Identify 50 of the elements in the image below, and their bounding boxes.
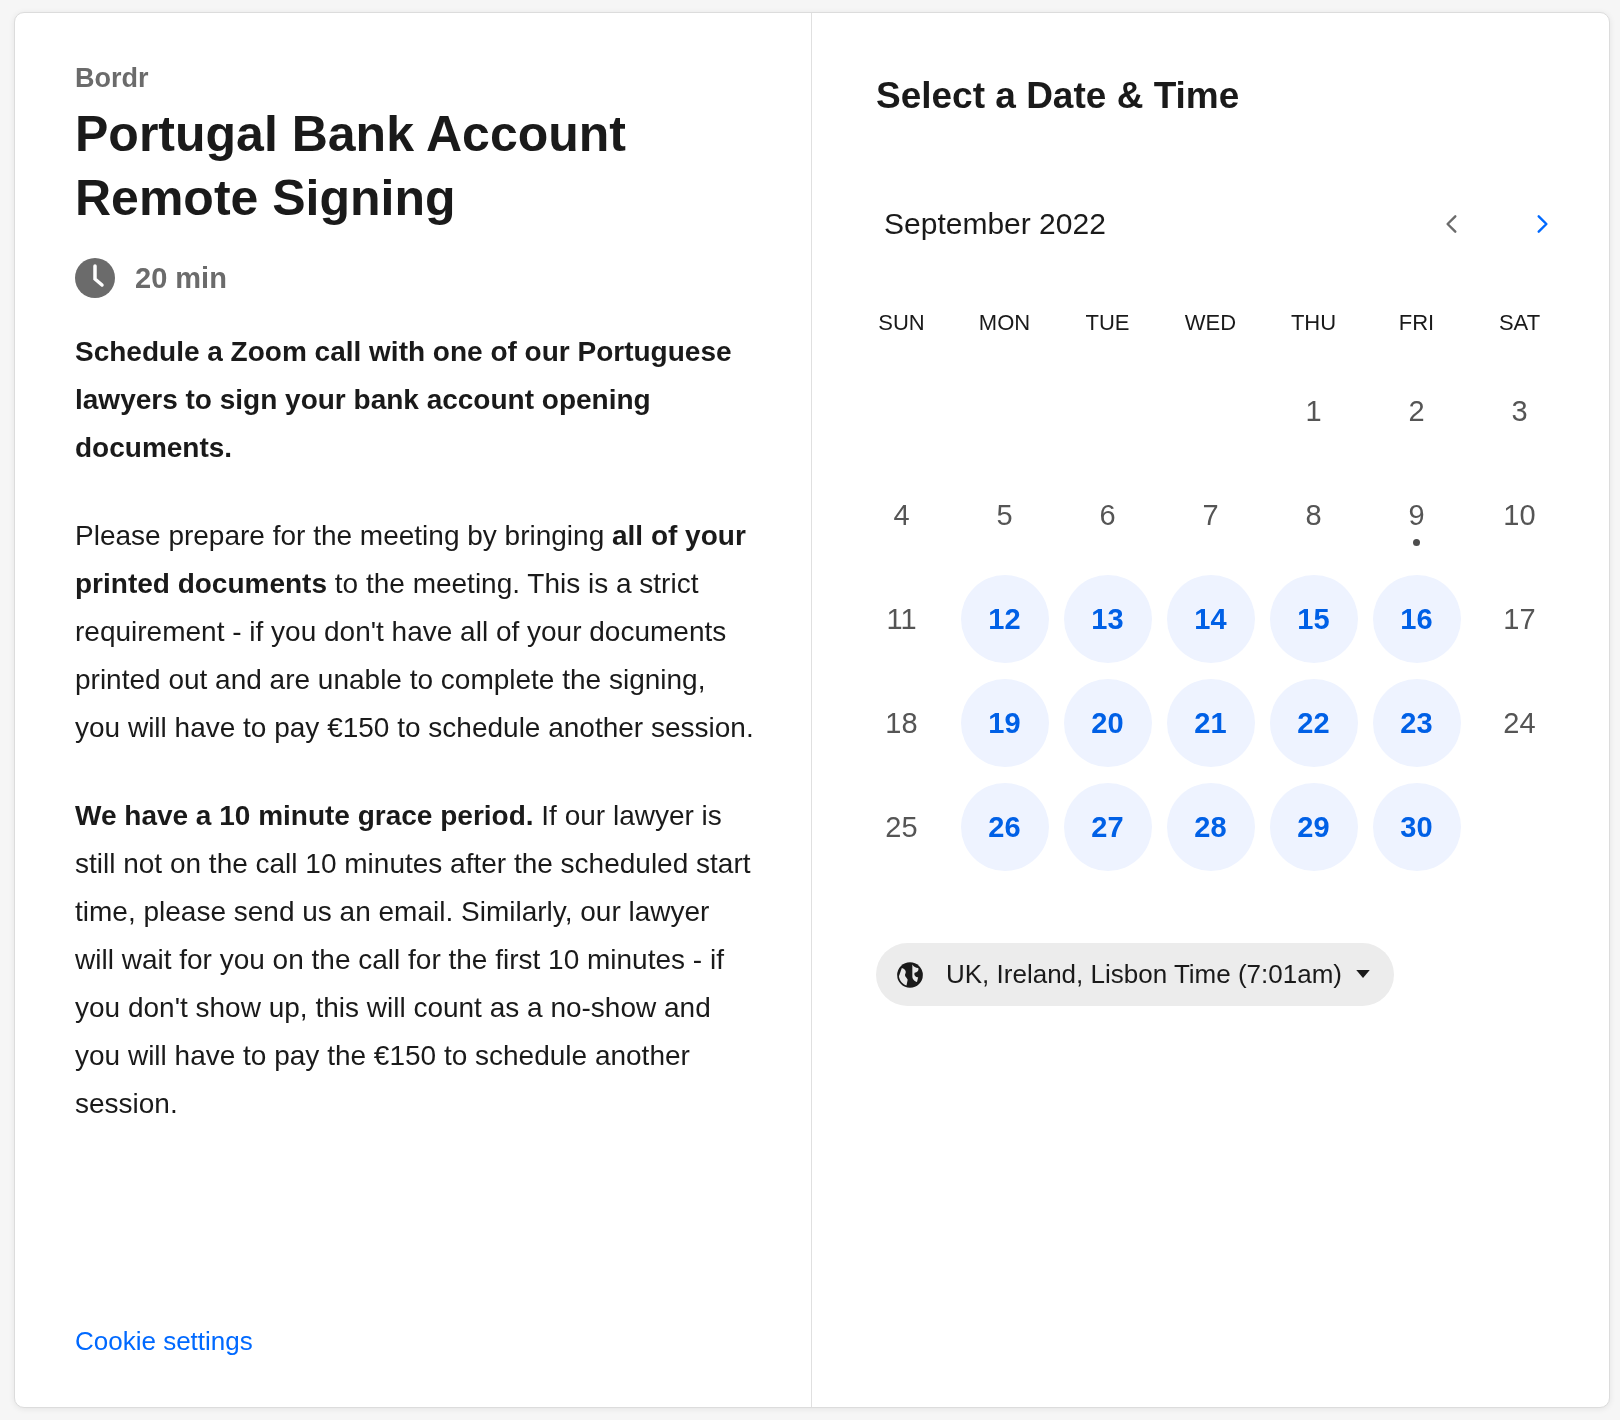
date-label: 18 bbox=[884, 705, 919, 741]
date-label: 25 bbox=[884, 809, 919, 845]
date-label: 8 bbox=[1304, 497, 1323, 533]
date-button[interactable]: 16 bbox=[1372, 575, 1461, 663]
weekday-label: MON bbox=[977, 309, 1032, 337]
date-button[interactable]: 30 bbox=[1372, 783, 1461, 871]
date-button[interactable]: 13 bbox=[1063, 575, 1152, 663]
date-button[interactable]: 22 bbox=[1269, 679, 1358, 767]
date-label: 3 bbox=[1510, 393, 1529, 429]
date-button[interactable]: 12 bbox=[960, 575, 1049, 663]
date-button[interactable]: 19 bbox=[960, 679, 1049, 767]
date-label: 9 bbox=[1407, 497, 1426, 533]
date-button[interactable]: 20 bbox=[1063, 679, 1152, 767]
date-label: 10 bbox=[1502, 497, 1537, 533]
event-title: Portugal Bank Account Remote Signing bbox=[75, 105, 627, 228]
date-button[interactable]: 14 bbox=[1166, 575, 1255, 663]
description-paragraph: We have a 10 minute grace period. If our lawyer is still not on the call 10 minutes after the scheduled start time, please send us an email. Similarly, our lawyer will wait for you on the call for the first 10 minutes - if you don't show up, this will count as a no-show and you will have to pay the €150 to schedule another session. bbox=[75, 799, 752, 1121]
calendar-heading: Select a Date & Time bbox=[876, 75, 1241, 117]
weekday-label: TUE bbox=[1084, 309, 1131, 337]
weekday-label: SUN bbox=[877, 309, 926, 337]
description-paragraph: Schedule a Zoom call with one of our Portuguese lawyers to sign your bank account opening documents. bbox=[75, 335, 733, 465]
date-button[interactable]: 29 bbox=[1269, 783, 1358, 871]
date-label: 17 bbox=[1502, 601, 1537, 637]
date-button[interactable]: 21 bbox=[1166, 679, 1255, 767]
duration-label: 20 min bbox=[135, 261, 227, 295]
date-label: 5 bbox=[995, 497, 1014, 533]
date-button[interactable]: 15 bbox=[1269, 575, 1358, 663]
timezone-dropdown[interactable]: UK, Ireland, Lisbon Time (7:01am) bbox=[876, 943, 1394, 1006]
caret-icon bbox=[1355, 970, 1370, 979]
cookie-settings-link[interactable]: Cookie settings bbox=[75, 1326, 253, 1357]
date-label: 24 bbox=[1502, 705, 1537, 741]
date-label: 2 bbox=[1407, 393, 1426, 429]
globe-icon bbox=[896, 960, 924, 989]
weekday-label: THU bbox=[1289, 309, 1338, 337]
weekday-label: FRI bbox=[1397, 309, 1436, 337]
weekday-label: WED bbox=[1183, 309, 1238, 337]
weekday-label: SAT bbox=[1497, 309, 1542, 337]
clock-icon bbox=[75, 258, 115, 298]
month-label: September 2022 bbox=[884, 207, 1106, 241]
date-label: 1 bbox=[1304, 393, 1323, 429]
date-button[interactable]: 23 bbox=[1372, 679, 1461, 767]
date-label: 4 bbox=[892, 497, 911, 533]
brand-name: Bordr bbox=[75, 63, 150, 94]
date-label: 7 bbox=[1201, 497, 1220, 533]
date-button[interactable]: 26 bbox=[960, 783, 1049, 871]
date-label: 6 bbox=[1098, 497, 1117, 533]
date-button[interactable]: 28 bbox=[1166, 783, 1255, 871]
date-button[interactable]: 27 bbox=[1063, 783, 1152, 871]
date-label: 11 bbox=[885, 601, 918, 637]
description-paragraph: Please prepare for the meeting by bringing all of your printed documents to the meeting. This is a strict requirement - if you don't have all of your documents printed out and are unable to complete the signing, you will have to pay €150 to schedule another session. bbox=[75, 519, 755, 745]
